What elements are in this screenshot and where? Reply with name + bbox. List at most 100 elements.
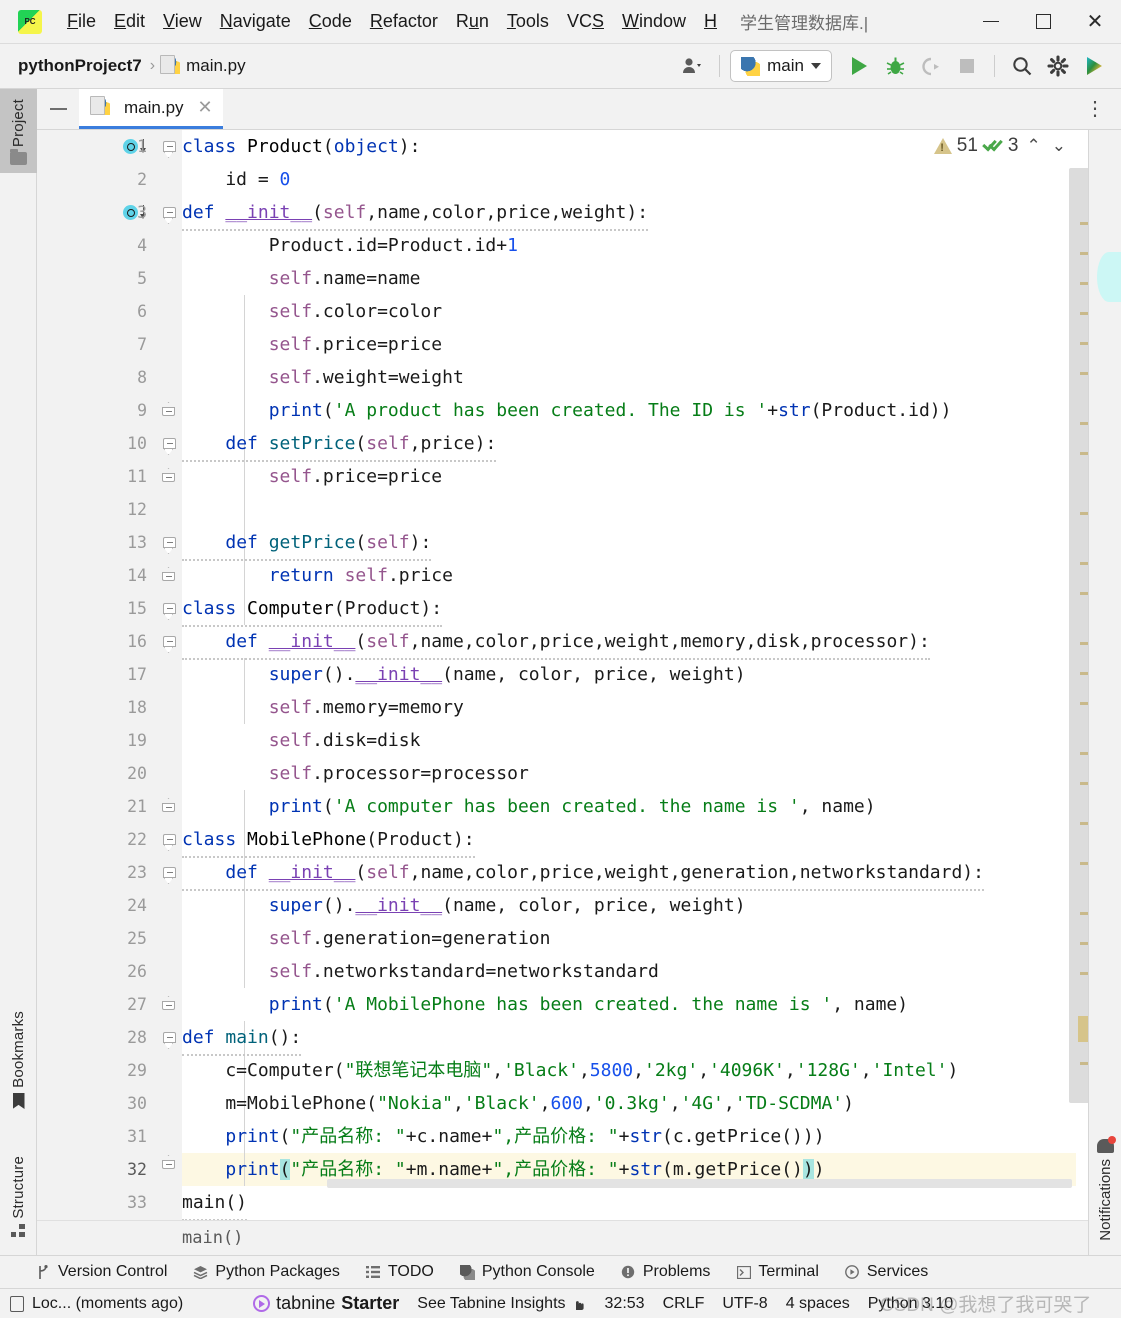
ok-check-icon (982, 136, 1003, 154)
breadcrumb-scope[interactable]: main() (182, 1228, 243, 1248)
tabnine-insights-link[interactable]: See Tabnine Insights (417, 1295, 565, 1313)
sidebar-item-notifications[interactable]: Notifications (1089, 1136, 1121, 1241)
editor-options-icon[interactable]: ⋮ (1085, 99, 1105, 119)
tabnine-logo-icon (253, 1295, 271, 1312)
line-number-label: 13 (127, 533, 147, 552)
sidebar-item-structure[interactable]: Structure (0, 1148, 37, 1245)
line-number-label: 8 (137, 368, 147, 387)
collapse-panel-button[interactable] (37, 107, 79, 111)
editor-tab-main-py[interactable]: main.py ✕ (79, 89, 223, 129)
layers-icon (193, 1265, 208, 1280)
tool-window-terminal[interactable]: Terminal (736, 1263, 819, 1281)
tool-window-todo[interactable]: TODO (366, 1263, 434, 1281)
code-content[interactable]: class Product(object): id = 0 def __init… (182, 130, 1076, 1220)
menu-item-run[interactable]: Run (447, 9, 498, 34)
line-number-label: 33 (127, 1193, 147, 1212)
breadcrumb-file[interactable]: main.py (186, 56, 246, 76)
line-number-label: 20 (127, 764, 147, 783)
line-number-label: 30 (127, 1094, 147, 1113)
warning-count: 51 (956, 135, 978, 156)
python-file-icon (90, 96, 116, 117)
menu-item-file[interactable]: File (58, 9, 105, 34)
run-configuration-selector[interactable]: main (730, 50, 832, 82)
tool-window-python-packages-label: Python Packages (215, 1263, 340, 1280)
previous-problem-icon[interactable]: ⌃ (1024, 136, 1044, 156)
chevron-down-icon (811, 63, 821, 69)
sidebar-item-project-label: Project (10, 99, 27, 148)
line-number-label: 14 (127, 566, 147, 585)
editor-horizontal-scrollbar[interactable] (327, 1179, 1072, 1188)
account-icon[interactable] (675, 49, 709, 83)
breadcrumb-project[interactable]: pythonProject7 (18, 56, 142, 76)
menu-item-vcs[interactable]: VCS (558, 9, 613, 34)
tabnine-brand: tabnine (276, 1293, 336, 1313)
file-location-icon (10, 1295, 24, 1312)
status-location[interactable]: Loc... (moments ago) (32, 1295, 183, 1313)
search-icon[interactable] (1005, 49, 1039, 83)
folder-icon (10, 149, 27, 166)
close-icon[interactable]: ✕ (198, 97, 213, 118)
menu-item-edit[interactable]: Edit (105, 9, 154, 34)
line-number-label: 1 (137, 137, 147, 156)
line-number-label: 9 (137, 401, 147, 420)
breadcrumb-separator: › (149, 57, 156, 74)
line-number-label: 21 (127, 797, 147, 816)
breadcrumb-bar: main() (37, 1220, 1121, 1255)
sidebar-item-bookmarks-label: Bookmarks (10, 1011, 27, 1088)
branch-icon (36, 1264, 51, 1280)
inspection-widget[interactable]: 51 3 ⌃ ⌄ (933, 135, 1069, 157)
debug-icon[interactable] (878, 49, 912, 83)
pycharm-logo-icon (18, 9, 42, 34)
python-interpreter[interactable]: Python 3.10 (868, 1295, 953, 1313)
python-icon (741, 56, 761, 76)
tool-window-services[interactable]: Services (845, 1263, 928, 1281)
tool-window-problems[interactable]: Problems (621, 1263, 710, 1281)
next-problem-icon[interactable]: ⌄ (1049, 136, 1069, 156)
tool-window-version-control[interactable]: Version Control (36, 1263, 167, 1281)
ok-count: 3 (1007, 135, 1019, 156)
menu-item-window[interactable]: Window (613, 9, 695, 34)
ai-assistant-icon[interactable] (1077, 49, 1111, 83)
status-bar: Loc... (moments ago) tabnine Starter See… (0, 1288, 1121, 1318)
line-number-label: 31 (127, 1127, 147, 1146)
menu-item-help[interactable]: H (695, 9, 726, 34)
tool-window-python-packages[interactable]: Python Packages (193, 1263, 340, 1281)
line-number-label: 22 (127, 830, 147, 849)
window-title: 学生管理数据库.| (740, 14, 869, 33)
indent-setting[interactable]: 4 spaces (786, 1295, 850, 1313)
toolbar-actions: main (675, 49, 1111, 83)
menu-bar: File Edit View Navigate Code Refactor Ru… (0, 0, 1121, 44)
menu-item-refactor[interactable]: Refactor (361, 9, 447, 34)
sidebar-item-bookmarks[interactable]: Bookmarks (0, 1003, 37, 1117)
line-number-label: 23 (127, 863, 147, 882)
toolbar-divider-2 (994, 55, 995, 77)
tool-window-version-control-label: Version Control (58, 1263, 168, 1280)
line-number-label: 28 (127, 1028, 147, 1047)
file-encoding[interactable]: UTF-8 (722, 1295, 767, 1313)
menu-item-navigate[interactable]: Navigate (211, 9, 300, 34)
decorative-blob (1097, 252, 1121, 302)
line-number-label: 12 (127, 500, 147, 519)
sidebar-item-project[interactable]: Project (0, 89, 37, 174)
minimize-button[interactable] (965, 0, 1017, 44)
window-controls: ✕ (965, 0, 1121, 43)
list-icon (366, 1265, 381, 1280)
menu-item-code[interactable]: Code (300, 9, 361, 34)
menu-item-view[interactable]: View (154, 9, 211, 34)
run-with-coverage-icon (914, 49, 948, 83)
run-icon[interactable] (842, 49, 876, 83)
tool-window-python-console[interactable]: Python Console (459, 1263, 595, 1281)
tabnine-widget[interactable]: tabnine Starter (253, 1293, 399, 1314)
settings-gear-icon[interactable] (1041, 49, 1075, 83)
run-config-label: main (767, 56, 804, 75)
bell-icon (1097, 1136, 1116, 1154)
menu-item-tools[interactable]: Tools (498, 9, 558, 34)
warning-icon (933, 138, 952, 154)
editor-tab-strip: main.py ✕ ⋮ (37, 89, 1121, 130)
line-separator[interactable]: CRLF (663, 1295, 705, 1313)
caret-position[interactable]: 32:53 (605, 1295, 645, 1313)
code-editor[interactable]: 1 2 3 4 5 6 7 8 9 10 11 12 13 14 15 16 17 18 19 20 21 22 23 24 2… (37, 130, 1121, 1220)
maximize-button[interactable] (1017, 0, 1069, 44)
close-button[interactable]: ✕ (1069, 0, 1121, 44)
line-number-label: 15 (127, 599, 147, 618)
